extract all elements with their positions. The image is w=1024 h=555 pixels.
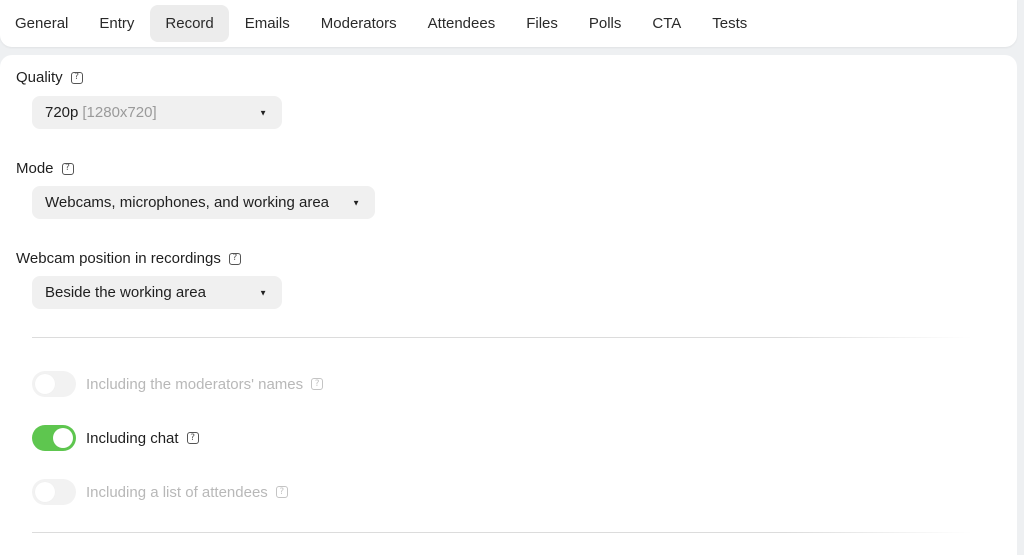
moderators-names-toggle[interactable]: [32, 371, 76, 397]
quality-select[interactable]: 720p [1280x720] ▼: [32, 96, 282, 129]
chevron-down-icon: ▼: [352, 198, 360, 207]
webcam-position-select[interactable]: Beside the working area ▼: [32, 276, 282, 309]
section-divider: [32, 532, 972, 533]
webcam-position-label: Webcam position in recordings ?: [16, 250, 241, 267]
chevron-down-icon: ▼: [259, 288, 267, 297]
record-settings-panel: Quality ? 720p [1280x720] ▼ Mode ? Webca…: [0, 55, 1017, 555]
attendees-list-toggle[interactable]: [32, 479, 76, 505]
tab-general[interactable]: General: [0, 5, 83, 42]
quality-label: Quality ?: [16, 69, 83, 86]
quality-select-detail: [1280x720]: [82, 104, 157, 121]
chat-row: Including chat ?: [32, 425, 199, 451]
toggle-knob: [53, 428, 73, 448]
toggle-knob: [35, 374, 55, 394]
attendees-list-row: Including a list of attendees ?: [32, 479, 288, 505]
tab-bar: General Entry Record Emails Moderators A…: [0, 0, 1017, 47]
chat-label: Including chat ?: [86, 430, 199, 447]
moderators-names-label-text: Including the moderators' names: [86, 375, 304, 393]
quality-help-icon[interactable]: ?: [70, 71, 83, 84]
chevron-down-icon: ▼: [259, 108, 267, 117]
quality-label-text: Quality: [16, 69, 63, 86]
tab-emails[interactable]: Emails: [230, 5, 305, 42]
tab-moderators[interactable]: Moderators: [306, 5, 412, 42]
quality-select-value: 720p: [45, 104, 79, 121]
attendees-list-help-icon[interactable]: ?: [275, 486, 288, 498]
tab-polls[interactable]: Polls: [574, 5, 637, 42]
mode-select[interactable]: Webcams, microphones, and working area ▼: [32, 186, 375, 219]
tab-entry[interactable]: Entry: [84, 5, 149, 42]
tab-record[interactable]: Record: [150, 5, 229, 42]
attendees-list-label: Including a list of attendees ?: [86, 484, 288, 501]
chat-help-icon[interactable]: ?: [186, 432, 199, 444]
moderators-names-row: Including the moderators' names ?: [32, 371, 324, 397]
mode-label-text: Mode: [16, 160, 54, 177]
webcam-position-select-value: Beside the working area: [45, 284, 206, 301]
webcam-position-label-text: Webcam position in recordings: [16, 250, 221, 267]
chat-toggle[interactable]: [32, 425, 76, 451]
tab-tests[interactable]: Tests: [697, 5, 762, 42]
tab-attendees[interactable]: Attendees: [413, 5, 511, 42]
toggle-knob: [35, 482, 55, 502]
moderators-names-label: Including the moderators' names ?: [86, 375, 324, 393]
mode-select-value: Webcams, microphones, and working area: [45, 194, 330, 211]
section-divider: [32, 337, 972, 338]
chat-label-text: Including chat: [86, 429, 179, 447]
attendees-list-label-text: Including a list of attendees: [86, 483, 268, 501]
tab-cta[interactable]: CTA: [637, 5, 696, 42]
mode-help-icon[interactable]: ?: [61, 162, 74, 175]
mode-label: Mode ?: [16, 160, 74, 177]
tab-files[interactable]: Files: [511, 5, 573, 42]
moderators-names-help-icon[interactable]: ?: [311, 378, 324, 390]
webcam-position-help-icon[interactable]: ?: [228, 252, 241, 265]
